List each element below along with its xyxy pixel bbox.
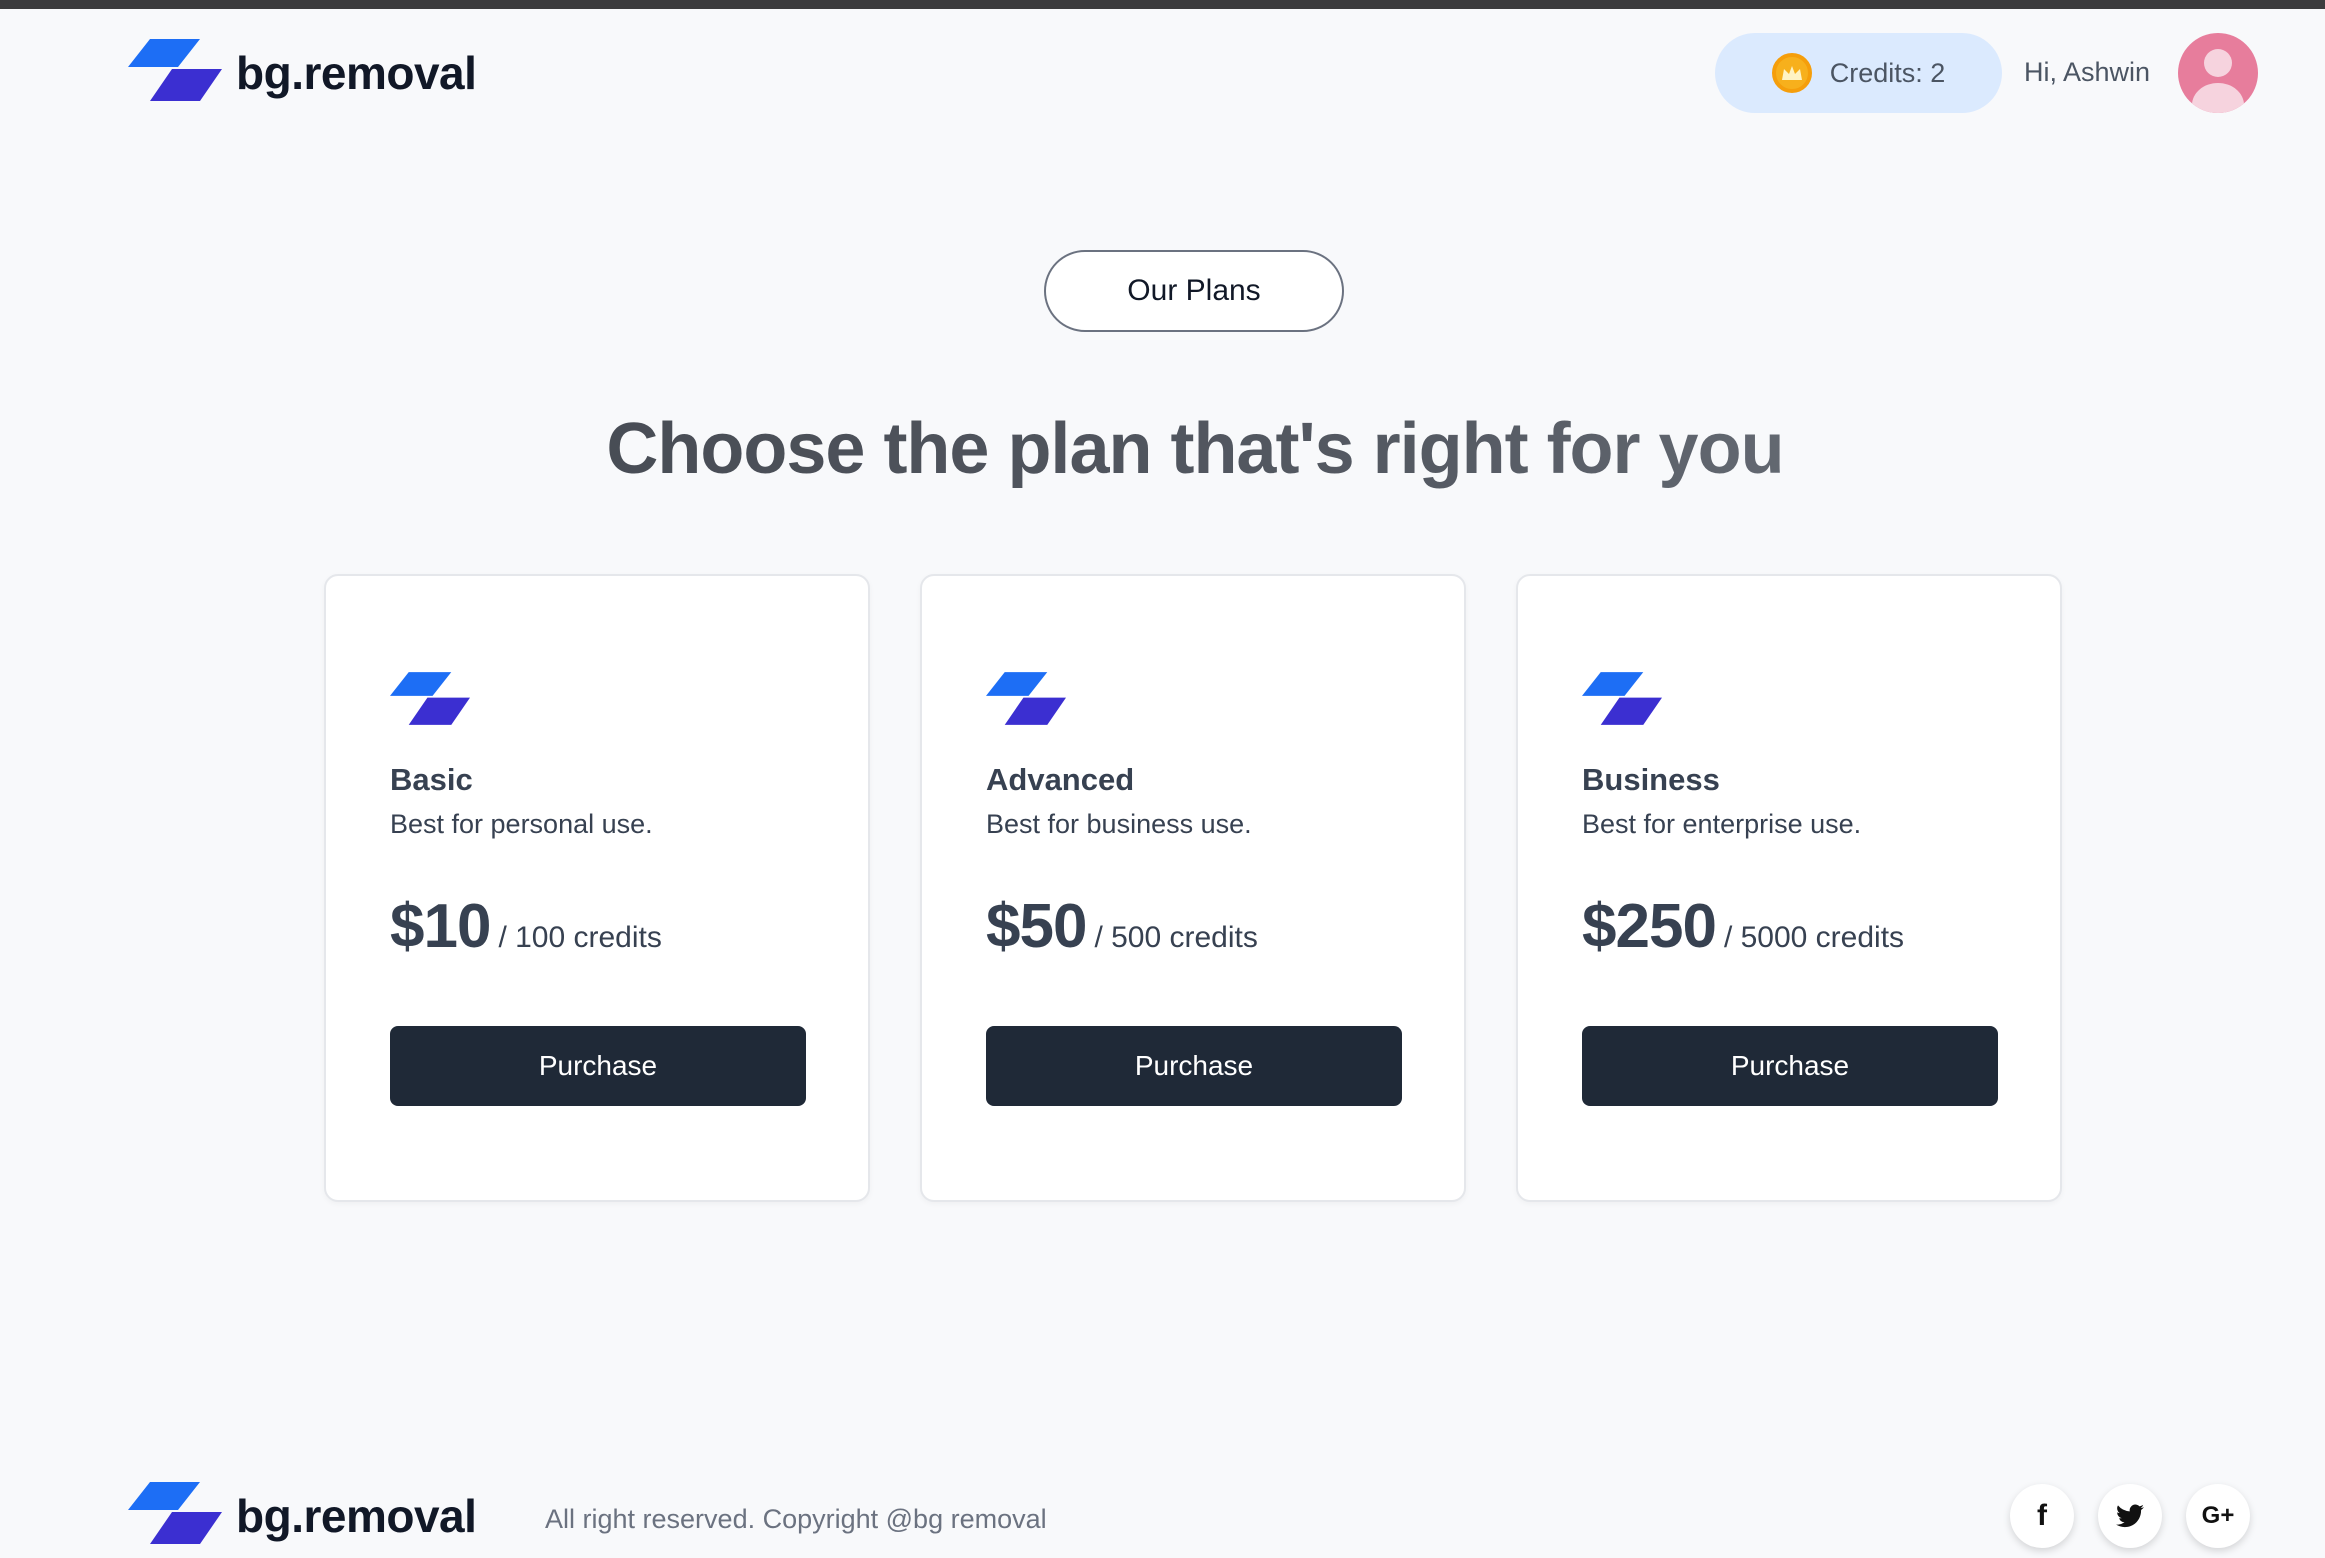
page-title: Choose the plan that's right for you bbox=[0, 408, 2325, 490]
brand-name: bg.removal bbox=[236, 47, 477, 99]
plan-price: $50 bbox=[986, 892, 1087, 961]
logo-mark-icon bbox=[128, 1482, 222, 1544]
plan-card-basic: Basic Best for personal use. $10 / 100 c… bbox=[324, 574, 870, 1202]
plan-name: Business bbox=[1582, 762, 1720, 797]
our-plans-badge: Our Plans bbox=[1044, 250, 1344, 332]
user-avatar[interactable] bbox=[2178, 33, 2258, 113]
plan-price: $10 bbox=[390, 892, 491, 961]
purchase-button-business[interactable]: Purchase bbox=[1582, 1026, 1998, 1106]
logo-mark-icon bbox=[128, 39, 222, 101]
plan-credits: / 100 credits bbox=[498, 921, 662, 954]
credits-label: Credits: 2 bbox=[1829, 57, 1946, 88]
copyright-text: All right reserved. Copyright @bg remova… bbox=[545, 1504, 1047, 1534]
user-icon bbox=[2192, 49, 2244, 113]
facebook-icon[interactable]: f bbox=[2010, 1484, 2074, 1548]
user-greeting: Hi, Ashwin bbox=[2024, 57, 2151, 87]
plan-logo-icon bbox=[390, 672, 470, 725]
plan-description: Best for enterprise use. bbox=[1582, 809, 1862, 839]
site-header: bg.removal Credits: 2 Hi, Ashwin bbox=[0, 9, 2325, 139]
coin-icon bbox=[1771, 53, 1812, 93]
purchase-button-basic[interactable]: Purchase bbox=[390, 1026, 806, 1106]
twitter-icon[interactable] bbox=[2098, 1484, 2162, 1548]
window-top-bar bbox=[0, 0, 2325, 9]
plan-description: Best for business use. bbox=[986, 809, 1252, 839]
footer-logo[interactable]: bg.removal bbox=[128, 1482, 477, 1550]
purchase-button-advanced[interactable]: Purchase bbox=[986, 1026, 1402, 1106]
google-plus-icon[interactable]: G+ bbox=[2186, 1484, 2250, 1548]
plan-price-row: $50 / 500 credits bbox=[986, 891, 1258, 962]
plan-credits: / 5000 credits bbox=[1723, 921, 1905, 954]
plan-name: Advanced bbox=[986, 762, 1135, 797]
plan-card-advanced: Advanced Best for business use. $50 / 50… bbox=[920, 574, 1466, 1202]
plan-logo-icon bbox=[986, 672, 1066, 725]
brand-logo[interactable]: bg.removal bbox=[128, 39, 477, 107]
plan-price: $250 bbox=[1582, 892, 1717, 961]
plan-price-row: $250 / 5000 credits bbox=[1582, 891, 1904, 962]
plan-name: Basic bbox=[390, 762, 473, 797]
plan-description: Best for personal use. bbox=[390, 809, 653, 839]
footer-brand-name: bg.removal bbox=[236, 1490, 477, 1542]
plan-price-row: $10 / 100 credits bbox=[390, 891, 662, 962]
plan-card-business: Business Best for enterprise use. $250 /… bbox=[1516, 574, 2062, 1202]
plan-credits: / 500 credits bbox=[1094, 921, 1258, 954]
plan-logo-icon bbox=[1582, 672, 1662, 725]
credits-button[interactable]: Credits: 2 bbox=[1715, 33, 2002, 113]
